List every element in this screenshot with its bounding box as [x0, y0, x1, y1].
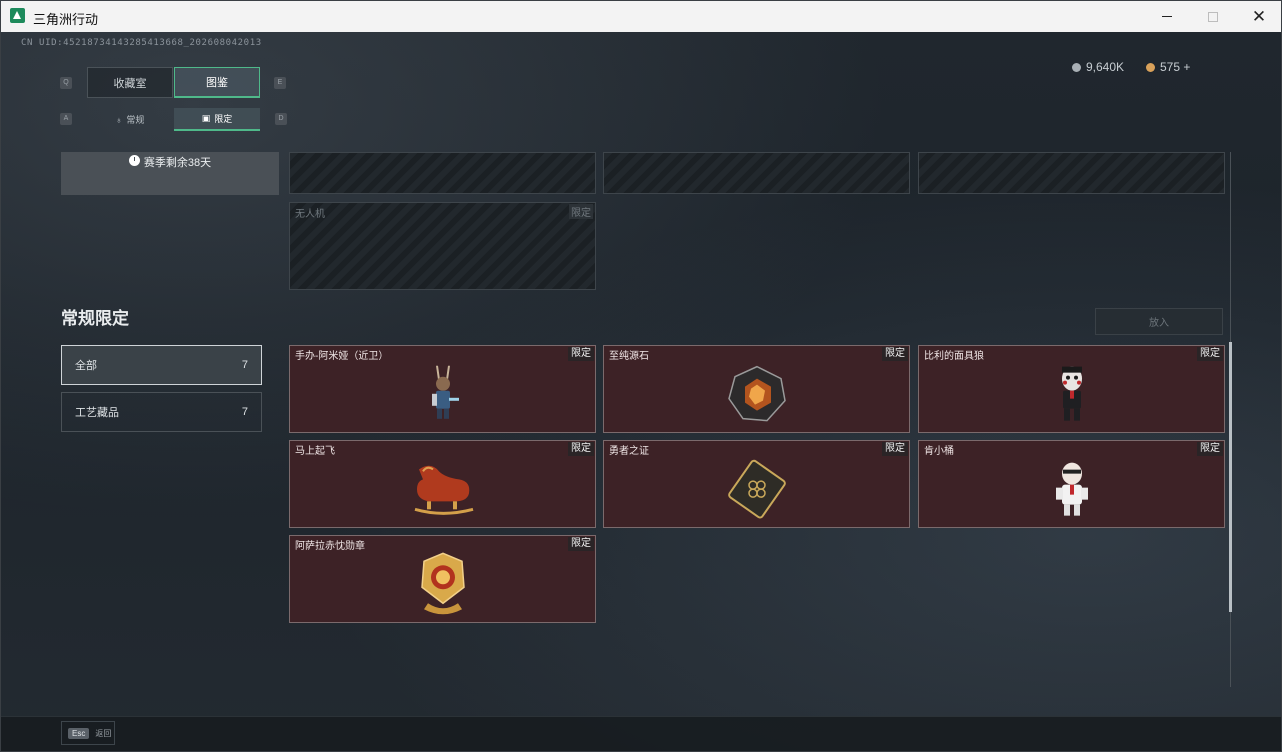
limited-tag: 限定 [1197, 347, 1223, 361]
subtab-regular[interactable]: ♁ 常规 [87, 108, 173, 131]
limited-tag: 限定 [568, 442, 594, 456]
scrollbar-thumb[interactable] [1229, 342, 1232, 612]
currency-premium[interactable]: 575 + [1146, 60, 1190, 74]
item-card[interactable]: 阿萨拉赤忱勋章 限定 [289, 535, 596, 623]
limited-tag: 限定 [568, 347, 594, 361]
category-count: 7 [241, 406, 248, 418]
maximize-button[interactable] [1190, 1, 1236, 32]
close-icon: ✕ [1251, 6, 1267, 26]
limited-tag: 限定 [882, 347, 908, 361]
app-window: 三角洲行动 ✕ CN UID:4521873414328541366​8_202… [0, 0, 1282, 752]
limited-tag: 限定 [569, 204, 593, 219]
close-button[interactable]: ✕ [1236, 1, 1281, 32]
subtab-limited[interactable]: ▣ 限定 [174, 108, 260, 131]
card-icon [727, 459, 786, 519]
item-name: 比利的面具狼 [924, 351, 984, 362]
currency-coins-value: 9,640K [1086, 60, 1125, 74]
item-name: 马上起飞 [295, 446, 335, 457]
esc-key-hint: Esc [68, 727, 90, 739]
coin-icon [1072, 62, 1081, 72]
back-label: 返回 [95, 728, 112, 738]
item-card[interactable]: 至纯源石 限定 [603, 345, 910, 433]
subtab-regular-label: 常规 [126, 115, 145, 125]
limited-tag: 限定 [568, 537, 594, 551]
locked-item-card[interactable] [918, 152, 1225, 194]
category-crafts[interactable]: 工艺藏品 7 [61, 392, 262, 432]
key-hint-a: A [60, 113, 72, 125]
category-all[interactable]: 全部 7 [61, 345, 262, 385]
key-hint-e: E [274, 77, 286, 89]
item-name: 手办-阿米娅（近卫） [295, 351, 389, 362]
category-label: 全部 [75, 360, 97, 372]
colonel-figure-icon [1055, 462, 1088, 516]
flame-icon: ♁ [115, 114, 123, 125]
item-card[interactable]: 马上起飞 限定 [289, 440, 596, 528]
billy-puppet-icon [1061, 366, 1082, 421]
item-card[interactable]: 肯小桶 限定 [918, 440, 1225, 528]
medal-icon [420, 552, 465, 615]
item-name: 阿萨拉赤忱勋章 [295, 541, 365, 552]
footer-bar: Esc 返回 [1, 716, 1281, 751]
locked-item-card[interactable] [603, 152, 910, 194]
item-name: 勇者之证 [609, 446, 649, 457]
limited-icon: ▣ [201, 113, 211, 123]
premium-coin-icon [1146, 62, 1155, 72]
currency-premium-value: 575 + [1160, 60, 1191, 74]
tab-collection[interactable]: 收藏室 [87, 67, 173, 98]
minimize-button[interactable] [1144, 1, 1190, 32]
currency-coins: 9,640K [1072, 60, 1124, 74]
item-card[interactable]: 手办-阿米娅（近卫） 限定 [289, 345, 596, 433]
key-hint-q: Q [60, 77, 72, 89]
locked-item-name: 无人机 [295, 209, 325, 220]
player-uid: CN UID:4521873414328541366​8_2026080420​… [21, 38, 262, 48]
figure-amiya-icon [431, 365, 459, 419]
subtab-limited-label: 限定 [214, 114, 233, 124]
originium-icon [727, 365, 786, 422]
game-area: CN UID:4521873414328541366​8_2026080420​… [1, 32, 1281, 751]
locked-item-card[interactable] [289, 152, 596, 194]
key-hint-d: D [275, 113, 287, 125]
maximize-icon [1208, 11, 1218, 22]
clock-icon [128, 155, 140, 166]
locked-item-card-drone[interactable]: 无人机 限定 [289, 202, 596, 290]
item-card[interactable]: 比利的面具狼 限定 [918, 345, 1225, 433]
limited-tag: 限定 [1197, 442, 1223, 456]
title-bar: 三角洲行动 ✕ [1, 1, 1281, 32]
app-logo-icon [10, 8, 25, 23]
category-label: 工艺藏品 [75, 407, 119, 419]
season-remaining-label: 赛季剩余38天 [143, 157, 212, 169]
tab-catalog[interactable]: 图鉴 [174, 67, 260, 98]
window-title: 三角洲行动 [33, 12, 99, 27]
section-title: 常规限定 [61, 309, 129, 328]
item-card[interactable]: 勇者之证 限定 [603, 440, 910, 528]
limited-tag: 限定 [882, 442, 908, 456]
item-name: 肯小桶 [924, 446, 954, 457]
place-button[interactable]: 放入 [1095, 308, 1223, 335]
item-name: 至纯源石 [609, 351, 649, 362]
horse-icon [414, 465, 473, 515]
minimize-icon [1162, 16, 1172, 17]
category-count: 7 [241, 359, 248, 371]
back-button[interactable]: Esc 返回 [61, 721, 115, 745]
season-remaining: 赛季剩余38天 [61, 152, 279, 195]
